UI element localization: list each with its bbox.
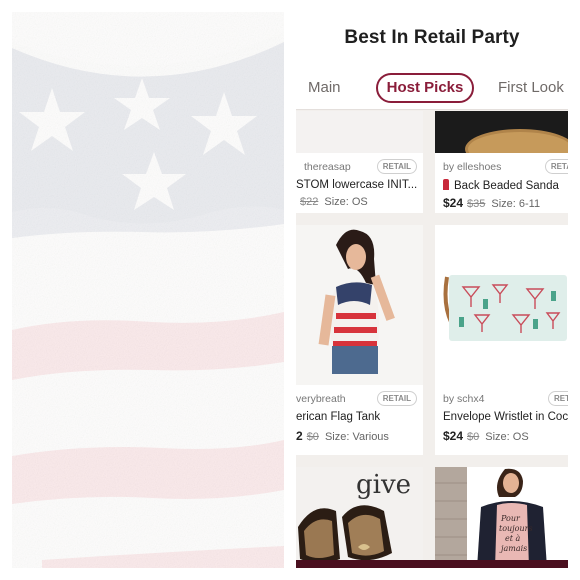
listing-price-line: $22 Size: OS bbox=[296, 196, 368, 208]
listing-seller: by schx4 bbox=[443, 393, 485, 405]
listing-price: $24 bbox=[443, 429, 464, 443]
listing-seller: thereasap bbox=[304, 161, 351, 173]
listing-price-line: 2 $0 Size: Various bbox=[296, 429, 389, 443]
flag-shirt-photo bbox=[12, 12, 284, 568]
listing-image bbox=[435, 225, 568, 385]
tab-main[interactable]: Main bbox=[308, 73, 341, 103]
listing-card[interactable]: thereasap RETAIL STOM lowercase INIT... … bbox=[296, 111, 423, 213]
tab-bar: Main Host Picks First Look bbox=[296, 64, 568, 110]
listing-card[interactable]: by elleshoes RETA Back Beaded Sanda $24$… bbox=[435, 111, 568, 213]
listing-title: STOM lowercase INIT... bbox=[296, 179, 418, 191]
listing-title: Back Beaded Sanda bbox=[454, 180, 559, 192]
listing-original-price: $0 bbox=[467, 431, 480, 443]
listing-size: Size: OS bbox=[485, 431, 529, 443]
model-in-flag-tank bbox=[318, 229, 395, 374]
tab-host-picks[interactable]: Host Picks bbox=[376, 73, 474, 103]
listing-image bbox=[296, 111, 423, 153]
cardigan-print-line: et à bbox=[505, 534, 520, 543]
flag-shirt-image bbox=[12, 12, 284, 568]
listing-seller: by elleshoes bbox=[443, 161, 502, 173]
listing-card[interactable]: verybreath RETAIL erican Flag Tank 2 $0 Si… bbox=[296, 225, 423, 455]
listing-title-row: Back Beaded Sanda bbox=[443, 179, 559, 192]
listing-original-price: $22 bbox=[300, 196, 319, 208]
flat-shoes-photo: give bbox=[298, 470, 411, 563]
lipstick-icon bbox=[443, 179, 449, 190]
listing-image bbox=[435, 111, 568, 153]
cardigan-print-line: Pour bbox=[500, 514, 521, 523]
listing-title: erican Flag Tank bbox=[296, 411, 381, 423]
listing-image: Pour toujours et à jamais bbox=[435, 467, 568, 568]
listing-image: give bbox=[296, 467, 423, 568]
listing-price: $24 bbox=[443, 196, 464, 210]
listing-price-line: $24 $0 Size: OS bbox=[443, 429, 529, 443]
give-sign-text: give bbox=[356, 470, 411, 500]
listing-price: 2 bbox=[296, 429, 303, 443]
app-screenshot: Best In Retail Party Main Host Picks Fir… bbox=[296, 12, 568, 568]
cocktail-wristlet bbox=[443, 275, 567, 341]
cardigan-print-line: jamais bbox=[499, 544, 527, 553]
tab-first-look[interactable]: First Look bbox=[498, 73, 564, 103]
bottom-bar bbox=[296, 560, 568, 568]
listing-size: Size: Various bbox=[324, 431, 389, 443]
listing-original-price: $0 bbox=[306, 431, 319, 443]
listing-size: Size: 6-11 bbox=[491, 198, 541, 210]
retail-badge: RETA bbox=[544, 159, 568, 174]
listing-size: Size: OS bbox=[324, 196, 368, 208]
listing-seller: verybreath bbox=[296, 393, 346, 405]
listing-card[interactable]: by schx4 RET Envelope Wristlet in Coc $2… bbox=[435, 225, 568, 455]
retail-badge: RETAIL bbox=[376, 159, 417, 174]
app-header: Best In Retail Party bbox=[296, 12, 568, 64]
listing-price-line: $24 $35 Size: 6-11 bbox=[443, 196, 540, 210]
cardigan-print-line: toujours bbox=[499, 524, 533, 533]
page-title: Best In Retail Party bbox=[344, 27, 520, 48]
retail-badge: RETAIL bbox=[376, 391, 417, 406]
listing-original-price: $35 bbox=[467, 198, 486, 210]
listing-card[interactable]: Pour toujours et à jamais bbox=[435, 467, 568, 568]
listing-title: Envelope Wristlet in Coc bbox=[443, 411, 568, 423]
cardigan-model-photo: Pour toujours et à jamais bbox=[435, 467, 547, 568]
listing-card[interactable]: give bbox=[296, 467, 423, 568]
listing-image bbox=[296, 225, 423, 385]
retail-badge: RET bbox=[548, 391, 568, 406]
wooden-board-shape bbox=[465, 129, 568, 153]
